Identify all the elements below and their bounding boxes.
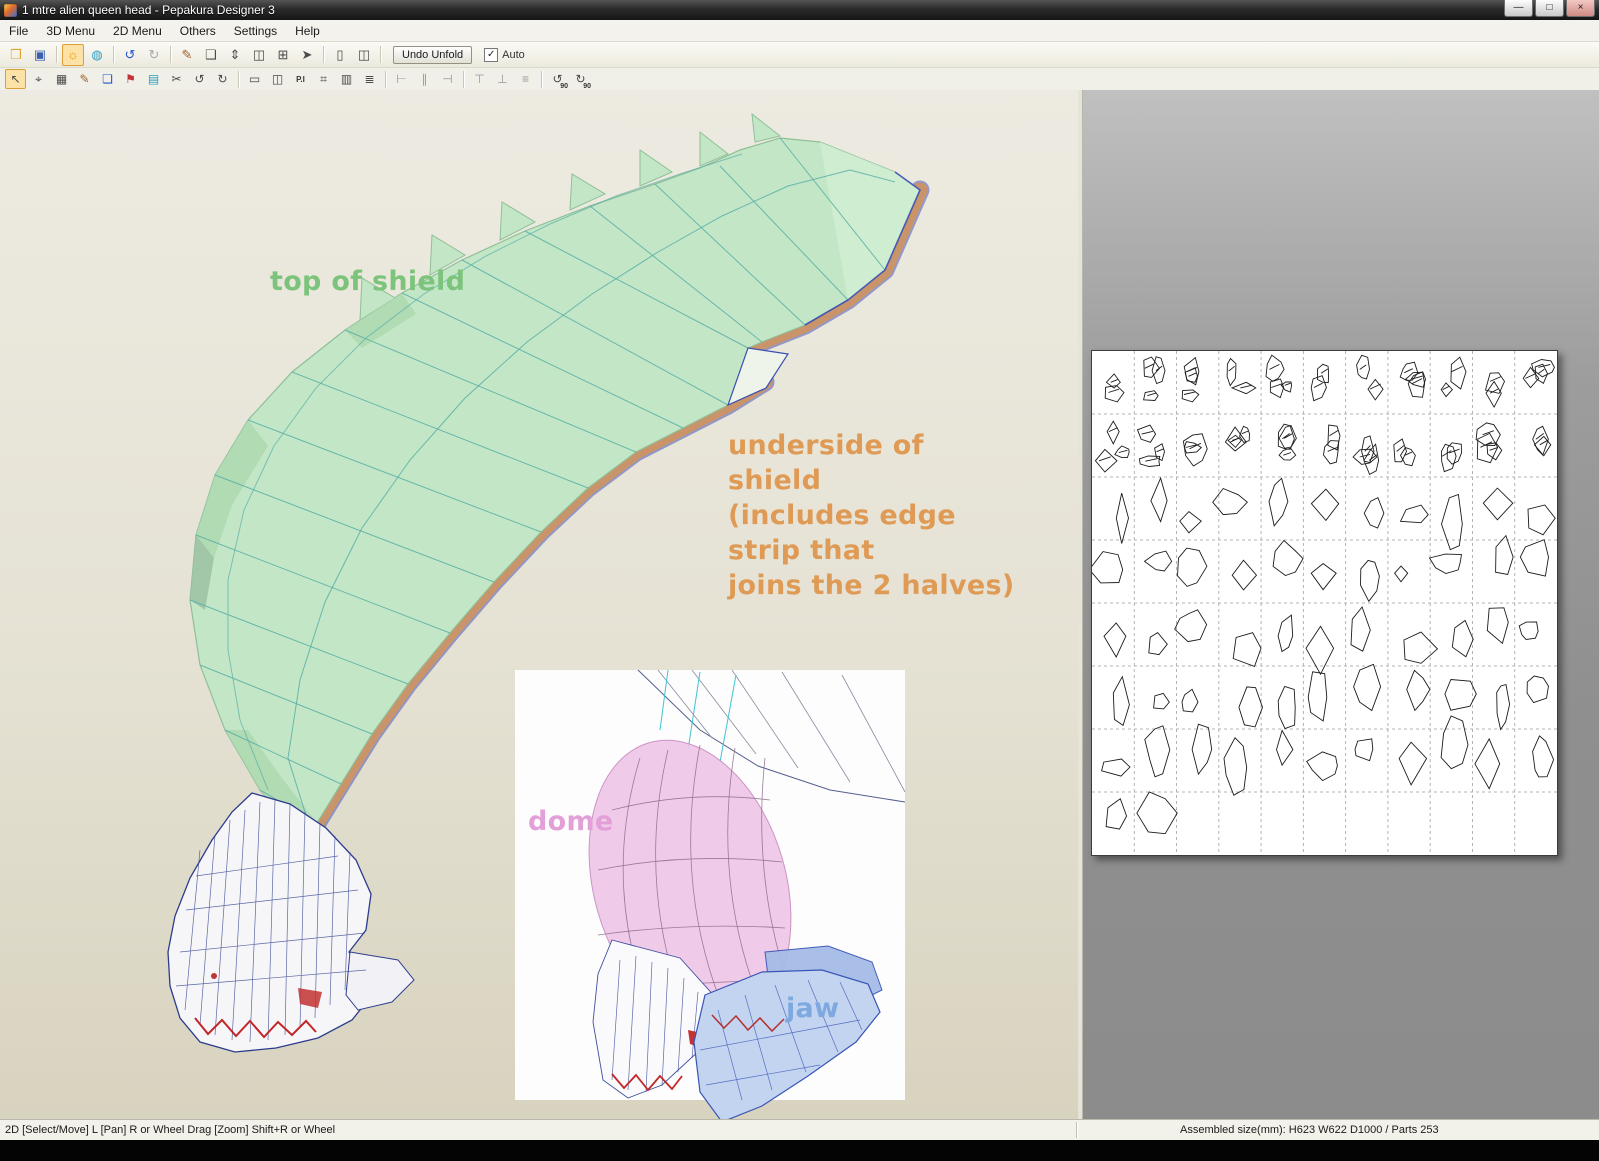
move-vertical-icon[interactable]: ⇕	[224, 44, 246, 66]
auto-checkbox-label: Auto	[502, 48, 525, 61]
menu-others[interactable]: Others	[171, 21, 225, 41]
print-layout-icon[interactable]: ≣	[359, 69, 380, 89]
menu-file[interactable]: File	[0, 21, 37, 41]
align-left-icon[interactable]: ⊢	[391, 69, 412, 89]
app-window: 1 mtre alien queen head - Pepakura Desig…	[0, 0, 1599, 1161]
part-id-icon[interactable]: P.I	[296, 75, 305, 84]
target-icon[interactable]: ⌖	[28, 69, 49, 89]
redo-icon[interactable]: ↻	[143, 44, 165, 66]
app-icon	[4, 3, 17, 17]
window-title: 1 mtre alien queen head - Pepakura Desig…	[22, 3, 275, 17]
viewport-3d[interactable]: top of shield underside of shield (inclu…	[0, 90, 1078, 1119]
grid-icon[interactable]: ▦	[51, 69, 72, 89]
title-bar: 1 mtre alien queen head - Pepakura Desig…	[0, 0, 1599, 20]
pages-icon[interactable]: ❏	[97, 69, 118, 89]
maximize-button[interactable]: □	[1535, 0, 1564, 17]
minimize-button[interactable]: —	[1504, 0, 1533, 17]
bottom-strip	[0, 1140, 1599, 1161]
status-divider	[1076, 1122, 1077, 1138]
toolbar-separator	[385, 70, 386, 88]
select-rect-icon[interactable]: ▭	[244, 69, 265, 89]
auto-checkbox[interactable]: ✓	[484, 47, 499, 62]
toolbar-separator	[380, 46, 381, 63]
texture-view-icon[interactable]: ◍	[86, 44, 108, 66]
edge-id-icon[interactable]: ⌗	[313, 69, 334, 89]
align-right-icon[interactable]: ⊣	[437, 69, 458, 89]
flag-icon[interactable]: ⚑	[120, 69, 141, 89]
model-3d-canvas[interactable]	[0, 90, 1078, 1119]
pattern-sheet[interactable]: .grid{stroke:#b3b3b3;stroke-width:1;stro…	[1091, 350, 1558, 856]
join-parts-icon[interactable]: ◫	[267, 69, 288, 89]
align-center-icon[interactable]: ∥	[414, 69, 435, 89]
select-move-icon[interactable]: ↖	[5, 69, 26, 89]
align-top-icon[interactable]: ⊤	[469, 69, 490, 89]
auto-checkbox-group: ✓ Auto	[484, 47, 525, 62]
status-assembled-size: Assembled size(mm): H623 W622 D1000 / Pa…	[1180, 1124, 1439, 1136]
toolbar-separator	[238, 70, 239, 88]
toolbar-separator	[323, 46, 324, 63]
open-folder-icon[interactable]: ❒	[5, 44, 27, 66]
box-icon[interactable]: ❑	[200, 44, 222, 66]
rotate-ccw-icon[interactable]: ↺	[189, 69, 210, 89]
pattern-sheet-canvas[interactable]: .grid{stroke:#b3b3b3;stroke-width:1;stro…	[1092, 351, 1557, 855]
undo-unfold-button[interactable]: Undo Unfold	[393, 45, 473, 64]
menu-settings[interactable]: Settings	[225, 21, 286, 41]
scissors-icon[interactable]: ✂	[166, 69, 187, 89]
close-button[interactable]: ×	[1566, 0, 1595, 17]
view-3d-only-icon[interactable]: ▯	[329, 44, 351, 66]
pencil-icon[interactable]: ✎	[176, 44, 198, 66]
toolbar-separator	[170, 46, 171, 63]
status-hint-text: 2D [Select/Move] L [Pan] R or Wheel Drag…	[5, 1124, 336, 1136]
toolbar-2d: ↖ ⌖ ▦ ✎ ❏ ⚑ ▤ ✂ ↺ ↻ ▭ ◫ P.I ⌗ ▥ ≣ ⊢ ∥ ⊣ …	[0, 68, 1599, 91]
pointer-mode-icon[interactable]: ➤	[296, 44, 318, 66]
table-icon[interactable]: ▥	[336, 69, 357, 89]
image-icon[interactable]: ▤	[143, 69, 164, 89]
window-controls: — □ ×	[1504, 0, 1595, 17]
pen-icon[interactable]: ✎	[74, 69, 95, 89]
rotate-cw-icon[interactable]: ↻	[212, 69, 233, 89]
status-bar: 2D [Select/Move] L [Pan] R or Wheel Drag…	[0, 1119, 1599, 1141]
light-bulb-icon[interactable]: ☼	[62, 43, 84, 66]
menu-help[interactable]: Help	[286, 21, 329, 41]
undo-icon[interactable]: ↺	[119, 44, 141, 66]
menu-2d[interactable]: 2D Menu	[104, 21, 171, 41]
viewport-2d[interactable]: .grid{stroke:#b3b3b3;stroke-width:1;stro…	[1083, 90, 1599, 1119]
rotate-left-90-icon[interactable]: ↺ 90	[547, 69, 568, 90]
split-window-icon[interactable]: ◫	[248, 44, 270, 66]
menu-bar: File 3D Menu 2D Menu Others Settings Hel…	[0, 20, 1599, 42]
toolbar-separator	[541, 70, 542, 88]
align-bottom-icon[interactable]: ⊥	[492, 69, 513, 89]
toolbar-separator	[113, 46, 114, 63]
save-icon[interactable]: ▣	[29, 44, 51, 66]
menu-3d[interactable]: 3D Menu	[37, 21, 104, 41]
rotate-right-90-icon[interactable]: ↻ 90	[570, 69, 591, 90]
toolbar-main: ❒ ▣ ☼ ◍ ↺ ↻ ✎ ❑ ⇕ ◫ ⊞ ➤ ▯ ◫ Undo Unfold …	[0, 42, 1599, 68]
toolbar-separator	[463, 70, 464, 88]
distribute-icon[interactable]: ≡	[515, 69, 536, 89]
new-window-icon[interactable]: ⊞	[272, 44, 294, 66]
toolbar-separator	[56, 46, 57, 63]
view-both-icon[interactable]: ◫	[353, 44, 375, 66]
